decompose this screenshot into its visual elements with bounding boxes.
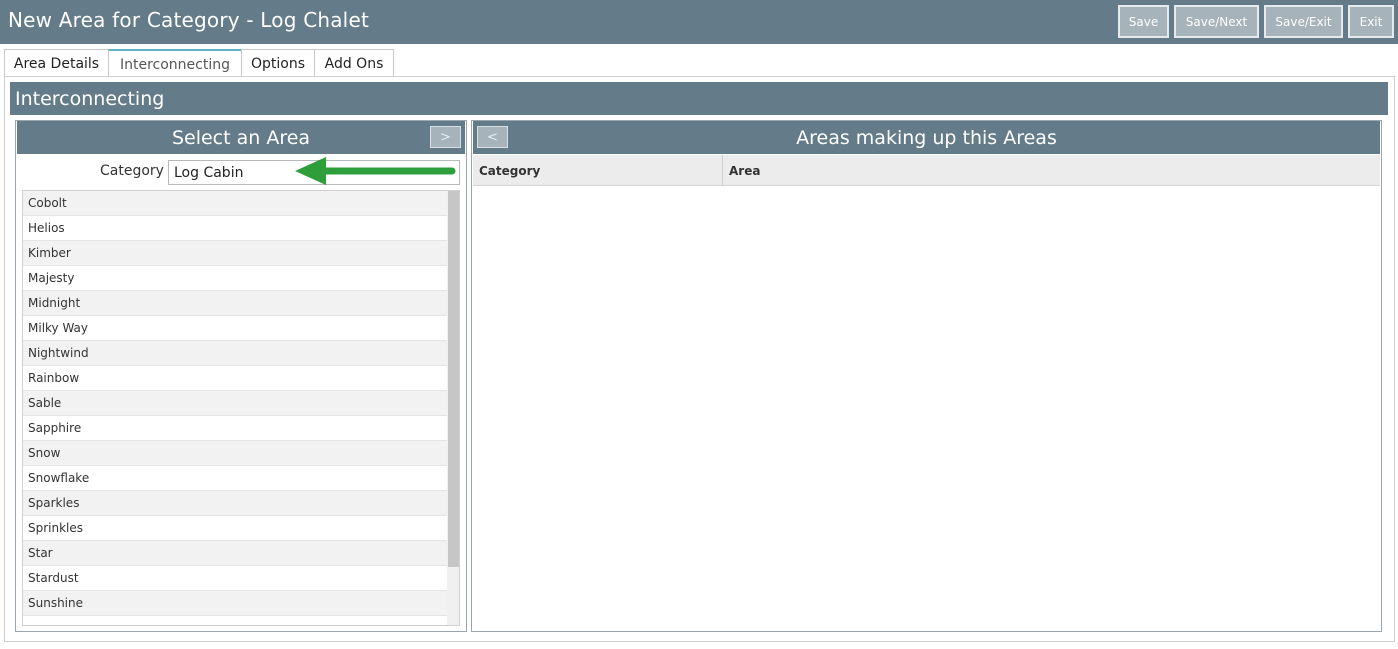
- save-exit-button[interactable]: Save/Exit: [1264, 5, 1343, 38]
- page-title: New Area for Category - Log Chalet: [8, 8, 369, 32]
- list-item[interactable]: Snow: [23, 441, 447, 466]
- tab-options[interactable]: Options: [241, 49, 315, 77]
- exit-button[interactable]: Exit: [1348, 5, 1394, 38]
- list-item-partial[interactable]: [23, 616, 447, 625]
- list-item[interactable]: Star: [23, 541, 447, 566]
- chevron-left-icon: <: [487, 129, 498, 145]
- list-item[interactable]: Majesty: [23, 266, 447, 291]
- scrollbar-thumb[interactable]: [448, 191, 459, 567]
- list-item[interactable]: Sprinkles: [23, 516, 447, 541]
- list-item[interactable]: Helios: [23, 216, 447, 241]
- column-category[interactable]: Category: [473, 155, 722, 186]
- top-bar: New Area for Category - Log Chalet Save …: [0, 0, 1398, 44]
- list-item[interactable]: Snowflake: [23, 466, 447, 491]
- list-item[interactable]: Milky Way: [23, 316, 447, 341]
- list-item[interactable]: Sunshine: [23, 591, 447, 616]
- move-left-button[interactable]: <: [477, 126, 508, 148]
- list-item[interactable]: Sparkles: [23, 491, 447, 516]
- tab-interconnecting[interactable]: Interconnecting: [108, 49, 242, 78]
- save-next-button[interactable]: Save/Next: [1174, 5, 1259, 38]
- scrollbar[interactable]: [447, 191, 459, 625]
- areas-making-up-title: Areas making up this Areas: [796, 126, 1057, 149]
- area-list[interactable]: Cobolt Helios Kimber Majesty Midnight Milky W…: [22, 190, 460, 626]
- list-item[interactable]: Nightwind: [23, 341, 447, 366]
- list-item[interactable]: Kimber: [23, 241, 447, 266]
- areas-making-up-header: Areas making up this Areas: [473, 121, 1380, 154]
- category-label: Category: [100, 163, 164, 179]
- list-item[interactable]: Midnight: [23, 291, 447, 316]
- tab-add-ons[interactable]: Add Ons: [314, 49, 394, 77]
- column-area[interactable]: Area: [723, 155, 1380, 186]
- move-right-button[interactable]: >: [430, 126, 461, 148]
- save-button[interactable]: Save: [1118, 5, 1169, 38]
- list-item[interactable]: Sapphire: [23, 416, 447, 441]
- list-item[interactable]: Rainbow: [23, 366, 447, 391]
- select-area-title: Select an Area: [171, 126, 311, 149]
- green-arrow-icon: [295, 157, 456, 185]
- chevron-right-icon: >: [440, 129, 451, 145]
- areas-making-up-panel: [471, 120, 1382, 632]
- tab-area-details[interactable]: Area Details: [4, 49, 109, 77]
- list-item[interactable]: Stardust: [23, 566, 447, 591]
- areas-grid-header: Category Area: [473, 155, 1380, 186]
- list-item[interactable]: Sable: [23, 391, 447, 416]
- section-title: Interconnecting: [10, 82, 1388, 115]
- list-item[interactable]: Cobolt: [23, 191, 447, 216]
- select-area-header: Select an Area: [17, 121, 465, 154]
